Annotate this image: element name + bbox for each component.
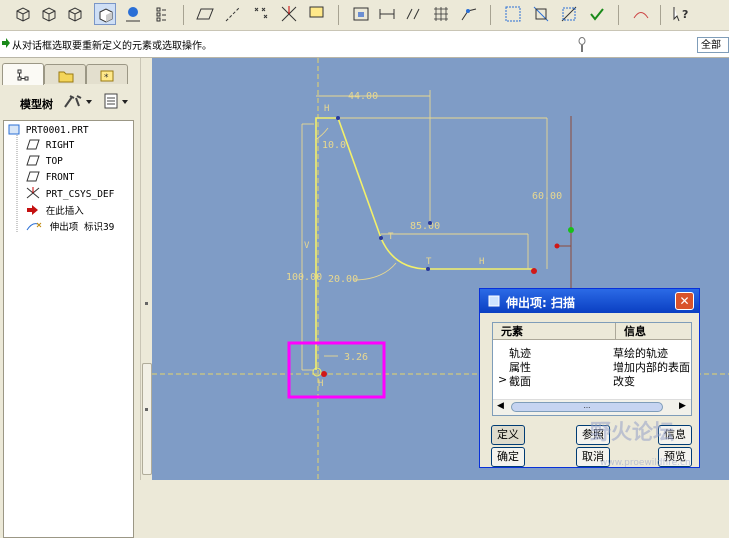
insert-arrow-icon <box>27 205 38 215</box>
datum-plane-icon <box>26 171 40 182</box>
current-element-marker: > <box>498 373 508 386</box>
svg-text:H: H <box>318 379 323 389</box>
tree-item-csys[interactable]: PRT_CSYS_DEF <box>26 187 114 200</box>
csys-icon <box>26 187 40 199</box>
folder-icon <box>58 71 74 83</box>
tree-item-insert-here[interactable]: 在此插入 <box>26 203 84 217</box>
watermark-url: www.proewildfire.cn <box>600 458 691 468</box>
element-list: 元素 信息 轨迹 草绘的轨迹 属性 增加内部的表面 > 截面 改变 ◀ ... … <box>492 322 692 416</box>
dim-44: 44.00 <box>348 91 378 102</box>
list-item-element[interactable]: 截面 <box>509 373 531 389</box>
scroll-right-icon[interactable]: ▶ <box>679 401 686 411</box>
watermark-text: 野火论坛 <box>590 420 674 444</box>
select-trim-icon[interactable] <box>558 3 580 25</box>
favorites-icon: * <box>100 70 114 83</box>
datum-plane-icon <box>26 139 40 150</box>
constraint-h: H <box>324 104 329 114</box>
dim-10: 10.0 <box>322 140 346 151</box>
tab-favorites[interactable]: * <box>86 64 128 84</box>
display-style-shading-icon[interactable] <box>94 3 116 25</box>
svg-text:T: T <box>426 257 432 267</box>
annotation-display-icon[interactable] <box>306 3 328 25</box>
show-menu-icon[interactable] <box>102 92 134 110</box>
tree-item-protrusion[interactable]: 伸出项 标识39 <box>26 219 114 233</box>
dim-20: 20.00 <box>328 274 358 285</box>
close-icon: ✕ <box>679 294 690 308</box>
tree-item-right[interactable]: RIGHT <box>26 139 74 151</box>
dim-85: 85.00 <box>410 221 440 232</box>
dim-100: 100.00 <box>286 272 322 283</box>
define-button[interactable]: 定义 <box>491 425 525 445</box>
select-box-icon[interactable] <box>502 3 524 25</box>
tab-model-tree[interactable] <box>2 63 44 85</box>
grid-display-icon[interactable] <box>430 3 452 25</box>
dim-60: 60.00 <box>532 191 562 202</box>
svg-text:V: V <box>304 241 310 251</box>
display-style-wireframe-icon[interactable] <box>12 3 34 25</box>
sweep-feature-icon <box>26 222 42 231</box>
select-intersect-icon[interactable] <box>530 3 552 25</box>
vertex-display-icon[interactable] <box>458 3 480 25</box>
datum-plane-icon <box>26 155 40 166</box>
model-tree: PRT0001.PRT RIGHT TOP FRONT PRT_CSYS_DEF… <box>3 120 134 538</box>
tree-item-front[interactable]: FRONT <box>26 171 74 183</box>
context-help-icon[interactable]: ? <box>670 3 692 25</box>
sketch-view-icon[interactable] <box>350 3 372 25</box>
svg-text:*: * <box>104 73 109 83</box>
svg-text:H: H <box>479 257 484 267</box>
datum-plane-display-icon[interactable] <box>194 3 216 25</box>
dim-3-26: 3.26 <box>344 352 368 363</box>
svg-text:T: T <box>388 232 394 242</box>
datum-point-display-icon[interactable] <box>250 3 272 25</box>
status-indicator-icon <box>578 37 586 52</box>
dimension-display-icon[interactable] <box>376 3 398 25</box>
accept-sketch-icon[interactable] <box>586 3 608 25</box>
list-item-info: 改变 <box>613 375 635 388</box>
tab-folder-browser[interactable] <box>44 64 86 84</box>
model-tree-title: 模型树 <box>20 98 53 111</box>
svg-text:?: ? <box>682 8 688 21</box>
model-tree-settings-icon[interactable] <box>150 3 172 25</box>
dialog-app-icon <box>488 295 500 307</box>
selection-filter[interactable]: 全部 <box>697 37 729 53</box>
column-info[interactable]: 信息 <box>615 323 691 340</box>
display-style-hidden-line-icon[interactable] <box>38 3 60 25</box>
tree-icon <box>17 69 29 81</box>
dialog-titlebar[interactable]: 伸出项: 扫描 ✕ <box>480 289 699 313</box>
arrow-right-icon <box>2 38 10 48</box>
navigator-panel: * 模型树 PRT0001.PRT RIGHT TOP FRONT PRT_CS… <box>0 58 140 538</box>
close-button[interactable]: ✕ <box>675 292 694 310</box>
datum-axis-display-icon[interactable] <box>222 3 244 25</box>
ok-button[interactable]: 确定 <box>491 447 525 467</box>
scroll-thumb[interactable]: ... <box>511 402 663 412</box>
part-icon <box>8 124 20 135</box>
message-area: 从对话框选取要重新定义的元素或选取操作。 <box>0 31 729 58</box>
display-style-no-hidden-icon[interactable] <box>64 3 86 25</box>
horizontal-scrollbar[interactable]: ◀ ... ▶ <box>493 399 691 415</box>
tree-settings-icon[interactable] <box>62 92 94 110</box>
message-text: 从对话框选取要重新定义的元素或选取操作。 <box>12 41 212 52</box>
column-element[interactable]: 元素 <box>493 323 615 340</box>
constraint-display-icon[interactable] <box>402 3 424 25</box>
edit-appearance-icon[interactable] <box>630 3 652 25</box>
main-toolbar: ? <box>0 0 729 31</box>
tree-item-top[interactable]: TOP <box>26 155 63 167</box>
dialog-title: 伸出项: 扫描 <box>506 296 575 310</box>
scroll-left-icon[interactable]: ◀ <box>497 401 504 411</box>
coordinate-system-display-icon[interactable] <box>278 3 300 25</box>
orientation-icon[interactable] <box>122 3 144 25</box>
